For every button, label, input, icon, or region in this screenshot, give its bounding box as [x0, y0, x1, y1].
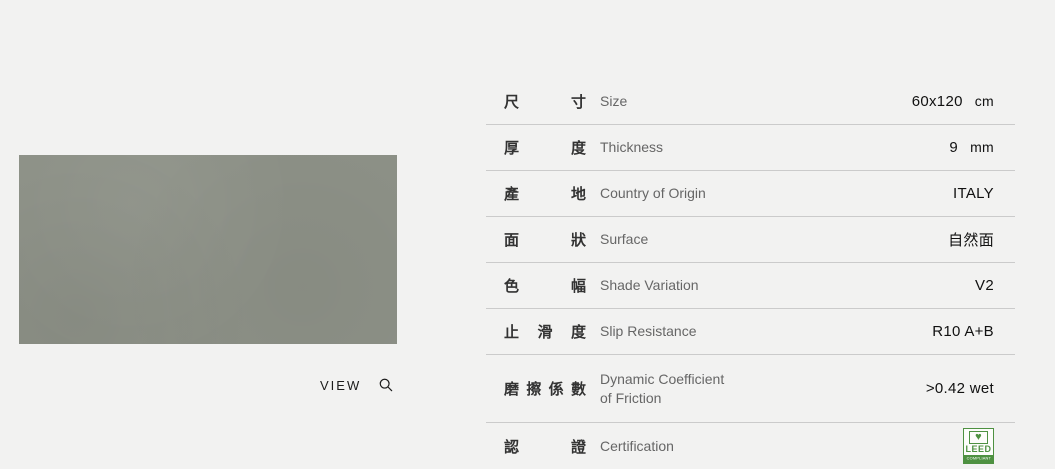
tile-swatch-image[interactable]	[19, 155, 397, 344]
zh-char: 寸	[570, 93, 586, 111]
spec-table: 尺寸 Size 60x120 cm 厚度 Thickness 9 mm 產地 C…	[486, 78, 1015, 469]
spec-label-en: Slip Resistance	[600, 323, 697, 340]
spec-row: 止滑度 Slip Resistance R10 A+B	[486, 308, 1015, 354]
spec-row: 尺寸 Size 60x120 cm	[486, 78, 1015, 124]
zh-char: 色	[504, 278, 520, 295]
zh-char: 產	[504, 186, 520, 203]
spec-value-group: 9 mm	[949, 139, 994, 156]
spec-label-zh: 認證	[504, 436, 586, 457]
spec-row: 認證 Certification ♥ LEED COMPLIANT	[486, 422, 1015, 469]
spec-value: 9	[949, 139, 959, 156]
leed-badge-strip: COMPLIANT	[964, 455, 993, 463]
view-button[interactable]: VIEW	[320, 378, 361, 393]
spec-label-zh: 止滑度	[504, 321, 586, 342]
spec-row: 產地 Country of Origin ITALY	[486, 170, 1015, 216]
leed-compliant-badge: ♥ LEED COMPLIANT	[963, 428, 994, 464]
spec-value: R10 A+B	[932, 323, 994, 340]
spec-row: 厚度 Thickness 9 mm	[486, 124, 1015, 170]
spec-value: >0.42 wet	[925, 380, 994, 397]
zh-char: 度	[570, 140, 586, 157]
spec-value: 60x120	[911, 92, 963, 110]
spec-value-group: R10 A+B	[932, 323, 994, 340]
zh-char: 地	[570, 186, 586, 203]
leed-heart-box: ♥	[969, 431, 988, 445]
spec-row: 磨擦係數 Dynamic Coefficient of Friction >0.…	[486, 354, 1015, 422]
spec-label-zh: 產地	[504, 183, 586, 204]
spec-row: 色幅 Shade Variation V2	[486, 262, 1015, 308]
zh-char: 厚	[504, 140, 520, 157]
zh-char: 認	[504, 438, 520, 456]
zh-char: 尺	[504, 93, 520, 111]
viewer-bar: VIEW	[320, 373, 394, 397]
spec-value-group: 60x120 cm	[912, 93, 994, 110]
spec-label-en: Certification	[600, 437, 674, 454]
zh-char: 擦	[526, 381, 542, 398]
spec-label-zh: 厚度	[504, 137, 586, 158]
spec-label-zh: 面狀	[504, 229, 586, 250]
spec-value-group: >0.42 wet	[926, 380, 994, 397]
magnifier-icon[interactable]	[378, 377, 394, 393]
zh-char: 磨	[504, 381, 520, 398]
spec-label-zh: 色幅	[504, 275, 586, 296]
spec-unit: cm	[974, 92, 994, 109]
heart-icon: ♥	[975, 431, 982, 444]
zh-char: 數	[570, 381, 586, 398]
zh-char: 滑	[537, 324, 553, 341]
spec-label-zh: 尺寸	[504, 91, 586, 112]
leed-badge-subtext: COMPLIANT	[966, 457, 991, 462]
spec-value-group: V2	[975, 277, 994, 294]
spec-value-group: ITALY	[953, 185, 994, 202]
spec-label-en: Country of Origin	[600, 185, 706, 202]
spec-value: 自然面	[948, 232, 994, 249]
spec-row: 面狀 Surface 自然面	[486, 216, 1015, 262]
product-detail-page: VIEW 尺寸 Size 60x120 cm 厚度 Thickness 9 mm…	[0, 0, 1055, 465]
spec-label-en: Shade Variation	[600, 277, 699, 294]
spec-label-en: Thickness	[600, 139, 664, 156]
spec-value: ITALY	[953, 185, 994, 202]
zh-char: 度	[570, 324, 586, 341]
spec-value: V2	[975, 277, 994, 294]
spec-label-zh: 磨擦係數	[504, 378, 586, 399]
zh-char: 止	[504, 324, 520, 341]
spec-value-group: ♥ LEED COMPLIANT	[963, 428, 994, 464]
zh-char: 證	[570, 438, 586, 456]
zh-char: 狀	[570, 232, 586, 249]
spec-value-group: 自然面	[948, 229, 994, 250]
zh-char: 幅	[570, 278, 586, 295]
spec-label-en: Dynamic Coefficient of Friction	[600, 370, 725, 406]
zh-char: 係	[548, 381, 564, 398]
spec-label-en: Surface	[600, 231, 649, 248]
leed-badge-title: LEED	[965, 444, 992, 455]
zh-char: 面	[504, 232, 520, 249]
spec-label-en: Size	[600, 92, 628, 109]
spec-unit: mm	[970, 139, 994, 155]
